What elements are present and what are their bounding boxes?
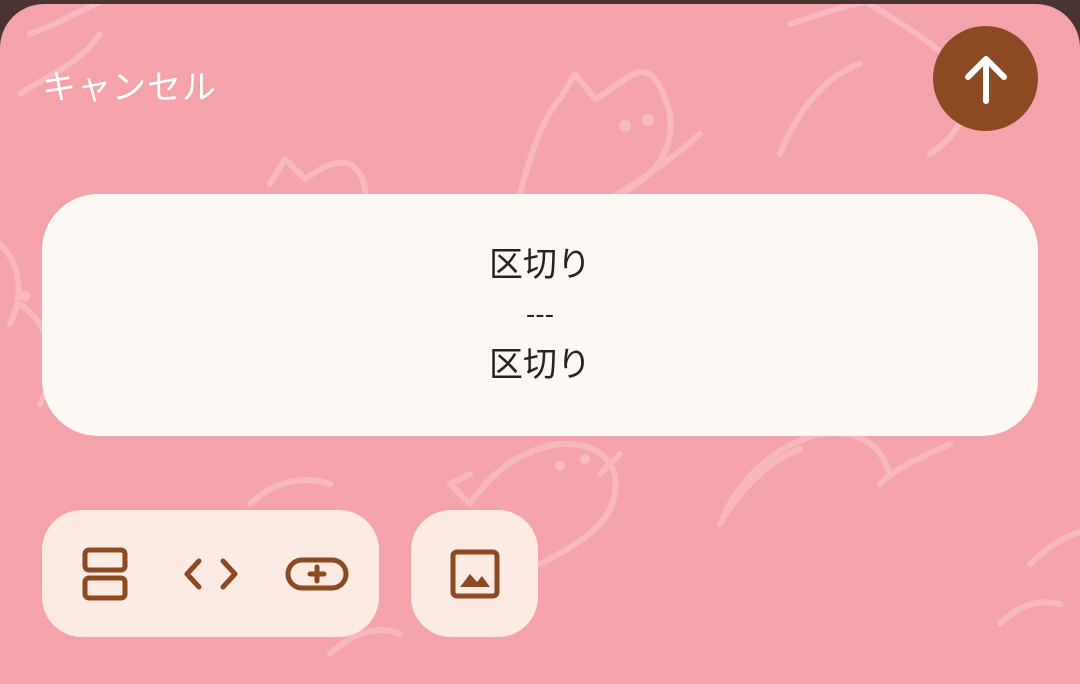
add-button-icon — [285, 557, 349, 590]
code-block-button[interactable] — [170, 510, 252, 637]
insert-image-button[interactable] — [411, 510, 538, 637]
preview-line-2: 区切り — [489, 345, 591, 385]
cancel-button[interactable]: キャンセル — [42, 60, 217, 109]
code-brackets-icon — [184, 558, 238, 589]
message-preview[interactable]: 区切り --- 区切り — [42, 194, 1038, 436]
split-view-button[interactable] — [64, 510, 146, 637]
add-button-button[interactable] — [274, 510, 360, 637]
send-button[interactable] — [933, 26, 1038, 131]
preview-line-1: 区切り — [489, 245, 591, 285]
compose-sheet: キャンセル 区切り --- 区切り — [0, 4, 1080, 684]
format-toolbar — [42, 510, 379, 637]
split-view-icon — [82, 547, 128, 600]
image-icon — [450, 549, 499, 598]
preview-separator: --- — [525, 300, 555, 330]
arrow-up-icon — [964, 55, 1007, 104]
